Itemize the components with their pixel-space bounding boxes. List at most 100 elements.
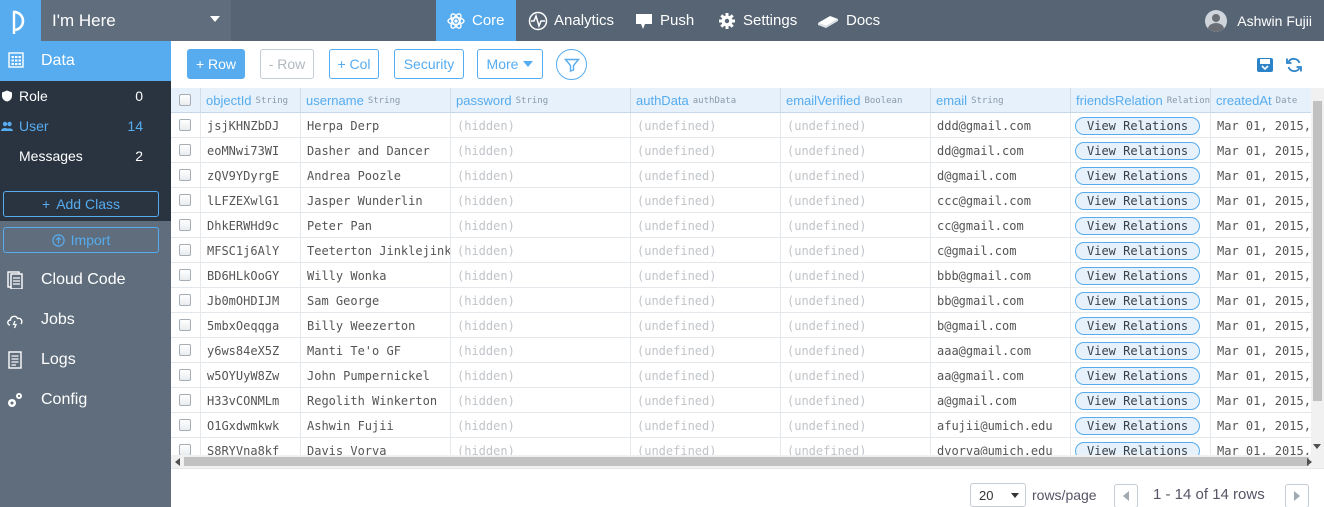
sidebar-item-jobs[interactable]: Jobs [0,300,171,340]
class-item-role[interactable]: Role 0 [0,81,171,111]
cell-authdata[interactable]: (undefined) [631,388,781,413]
cell-password[interactable]: (hidden) [451,388,631,413]
table-row[interactable]: MFSC1j6AlY Teeterton Jinklejinkle (hidden)… [171,238,1324,263]
cell-emailverified[interactable]: (undefined) [781,388,931,413]
cell-username[interactable]: Davis Vorva [301,438,451,455]
view-relations-button[interactable]: View Relations [1075,391,1201,410]
cell-authdata[interactable]: (undefined) [631,338,781,363]
row-checkbox[interactable] [179,369,191,381]
cell-password[interactable]: (hidden) [451,213,631,238]
cell-createdat[interactable]: Mar 01, 2015, [1211,438,1324,455]
cell-email[interactable]: c@gmail.com [931,238,1071,263]
header-emailverified[interactable]: emailVerified Boolean [781,88,931,113]
cell-username[interactable]: Sam George [301,288,451,313]
row-checkbox[interactable] [179,444,191,455]
cell-createdat[interactable]: Mar 01, 2015, [1211,113,1324,138]
cell-password[interactable]: (hidden) [451,438,631,455]
cell-createdat[interactable]: Mar 01, 2015, [1211,363,1324,388]
view-relations-button[interactable]: View Relations [1075,216,1201,235]
cell-username[interactable]: Billy Weezerton [301,313,451,338]
cell-friendsrelation[interactable]: View Relations [1071,113,1211,138]
table-row[interactable]: BD6HLkOoGY Willy Wonka (hidden) (undefined)… [171,263,1324,288]
cell-createdat[interactable]: Mar 01, 2015, [1211,138,1324,163]
view-relations-button[interactable]: View Relations [1075,366,1201,385]
table-row[interactable]: DhkERWHd9c Peter Pan (hidden) (undefined) (u… [171,213,1324,238]
cell-objectid[interactable]: S8RYVna8kf [201,438,301,455]
view-relations-button[interactable]: View Relations [1075,241,1201,260]
header-authdata[interactable]: authData authData [631,88,781,113]
view-relations-button[interactable]: View Relations [1075,441,1201,455]
cell-createdat[interactable]: Mar 01, 2015, [1211,388,1324,413]
cell-email[interactable]: a@gmail.com [931,388,1071,413]
cell-emailverified[interactable]: (undefined) [781,338,931,363]
sidebar-item-config[interactable]: Config [0,380,171,420]
cell-createdat[interactable]: Mar 01, 2015, [1211,238,1324,263]
page-size-select[interactable]: 20 [970,483,1026,507]
cell-username[interactable]: Andrea Poozle [301,163,451,188]
cell-password[interactable]: (hidden) [451,363,631,388]
view-relations-button[interactable]: View Relations [1075,166,1201,185]
cell-objectid[interactable]: eoMNwi73WI [201,138,301,163]
cell-friendsrelation[interactable]: View Relations [1071,138,1211,163]
cell-email[interactable]: dd@gmail.com [931,138,1071,163]
cell-friendsrelation[interactable]: View Relations [1071,438,1211,455]
remove-row-button[interactable]: - Row [260,49,314,79]
cell-createdat[interactable]: Mar 01, 2015, [1211,413,1324,438]
cell-email[interactable]: aa@gmail.com [931,363,1071,388]
table-row[interactable]: y6ws84eX5Z Manti Te'o GF (hidden) (undefine… [171,338,1324,363]
cell-objectid[interactable]: zQV9YDyrgE [201,163,301,188]
cell-email[interactable]: ddd@gmail.com [931,113,1071,138]
nav-docs[interactable]: Docs [806,0,890,41]
prev-page-button[interactable] [1114,484,1138,507]
cell-emailverified[interactable]: (undefined) [781,113,931,138]
cell-username[interactable]: Ashwin Fujii [301,413,451,438]
refresh-icon[interactable] [1285,56,1303,74]
view-relations-button[interactable]: View Relations [1075,291,1201,310]
cell-password[interactable]: (hidden) [451,188,631,213]
row-checkbox[interactable] [179,169,191,181]
cell-createdat[interactable]: Mar 01, 2015, [1211,188,1324,213]
horizontal-scrollbar[interactable] [171,455,1324,468]
scroll-left-icon[interactable] [175,458,180,466]
row-checkbox[interactable] [179,394,191,406]
cell-email[interactable]: bbb@gmail.com [931,263,1071,288]
cell-emailverified[interactable]: (undefined) [781,288,931,313]
row-checkbox[interactable] [179,244,191,256]
cell-email[interactable]: ccc@gmail.com [931,188,1071,213]
scroll-right-icon[interactable] [1307,458,1312,466]
cell-friendsrelation[interactable]: View Relations [1071,238,1211,263]
view-relations-button[interactable]: View Relations [1075,191,1201,210]
row-checkbox[interactable] [179,269,191,281]
cell-objectid[interactable]: y6ws84eX5Z [201,338,301,363]
class-item-messages[interactable]: Messages 2 [0,141,171,171]
cell-password[interactable]: (hidden) [451,238,631,263]
cell-username[interactable]: Herpa Derp [301,113,451,138]
cell-createdat[interactable]: Mar 01, 2015, [1211,338,1324,363]
sidebar-item-data[interactable]: Data [0,41,171,81]
table-row[interactable]: w5OYUyW8Zw John Pumpernickel (hidden) (unde… [171,363,1324,388]
cell-email[interactable]: b@gmail.com [931,313,1071,338]
sidebar-item-logs[interactable]: Logs [0,340,171,380]
cell-username[interactable]: Jasper Wunderlin [301,188,451,213]
cell-authdata[interactable]: (undefined) [631,113,781,138]
cell-objectid[interactable]: O1Gxdwmkwk [201,413,301,438]
cell-authdata[interactable]: (undefined) [631,238,781,263]
cell-authdata[interactable]: (undefined) [631,138,781,163]
cell-createdat[interactable]: Mar 01, 2015, [1211,313,1324,338]
cell-password[interactable]: (hidden) [451,313,631,338]
cell-password[interactable]: (hidden) [451,288,631,313]
header-email[interactable]: email String [931,88,1071,113]
header-friendsrelation[interactable]: friendsRelation Relation [1071,88,1211,113]
import-button[interactable]: Import [3,227,159,253]
table-row[interactable]: 5mbxOeqqga Billy Weezerton (hidden) (undefi… [171,313,1324,338]
view-relations-button[interactable]: View Relations [1075,341,1201,360]
cell-emailverified[interactable]: (undefined) [781,363,931,388]
cell-objectid[interactable]: DhkERWHd9c [201,213,301,238]
cell-email[interactable]: afujii@umich.edu [931,413,1071,438]
view-relations-button[interactable]: View Relations [1075,141,1201,160]
cell-emailverified[interactable]: (undefined) [781,163,931,188]
cell-password[interactable]: (hidden) [451,113,631,138]
cell-emailverified[interactable]: (undefined) [781,263,931,288]
cell-createdat[interactable]: Mar 01, 2015, [1211,263,1324,288]
row-checkbox[interactable] [179,319,191,331]
